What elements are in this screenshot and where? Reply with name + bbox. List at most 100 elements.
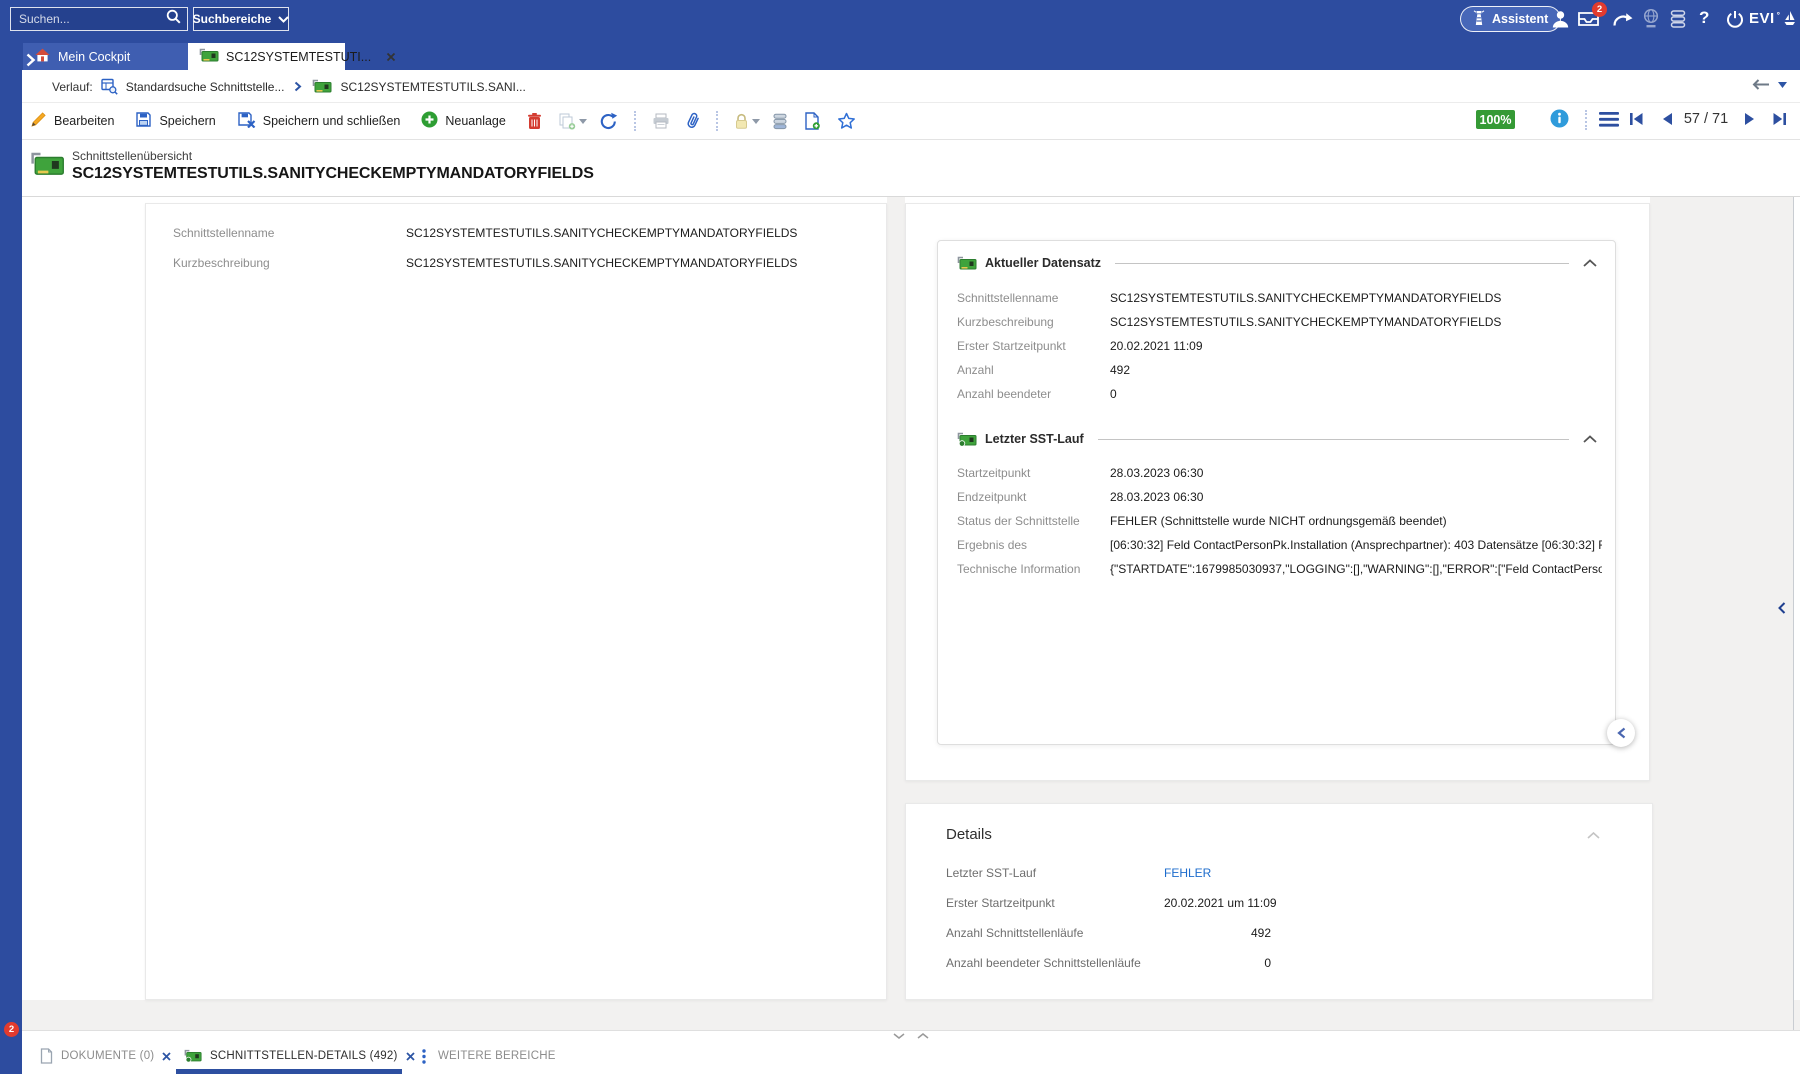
collapse-side-panel-button[interactable] bbox=[1607, 719, 1635, 747]
right-gutter bbox=[1650, 197, 1793, 1030]
network-card-icon bbox=[184, 1049, 202, 1063]
field-value: 28.03.2023 06:30 bbox=[1110, 466, 1602, 480]
tab-label: WEITERE BEREICHE bbox=[438, 1050, 556, 1062]
prev-page-icon[interactable] bbox=[1662, 112, 1673, 126]
bottom-notification-badge[interactable]: 2 bbox=[4, 1022, 19, 1037]
expand-strip-chevron-icon[interactable] bbox=[25, 52, 36, 68]
save-button[interactable]: Speichern bbox=[135, 111, 215, 131]
breadcrumb-item-search[interactable]: Standardsuche Schnittstelle... bbox=[126, 80, 285, 94]
help-icon[interactable]: ? bbox=[1699, 8, 1709, 28]
collapse-chevron-icon[interactable] bbox=[1587, 832, 1600, 839]
info-icon[interactable] bbox=[1550, 109, 1569, 128]
globe-icon[interactable] bbox=[1642, 8, 1660, 29]
close-icon[interactable] bbox=[386, 52, 396, 62]
search-scope-label: Suchbereiche bbox=[193, 12, 272, 26]
copy-button[interactable] bbox=[558, 113, 587, 130]
field-value: [06:30:32] Feld ContactPersonPk.Installa… bbox=[1110, 538, 1602, 552]
floppy-icon bbox=[135, 111, 152, 131]
breadcrumb-item-record[interactable]: SC12SYSTEMTESTUTILS.SANI... bbox=[340, 80, 525, 94]
brand-logo: EVI° bbox=[1749, 10, 1796, 30]
detail-value-link[interactable]: FEHLER bbox=[1164, 866, 1271, 880]
tab-record-active[interactable]: SC12SYSTEMTESTUTI... bbox=[188, 43, 345, 70]
menu-icon[interactable] bbox=[1599, 112, 1619, 127]
next-page-icon[interactable] bbox=[1744, 112, 1755, 126]
last-page-icon[interactable] bbox=[1772, 112, 1787, 126]
details-title: Details bbox=[946, 826, 992, 843]
first-page-icon[interactable] bbox=[1629, 112, 1644, 126]
search-scope-dropdown[interactable]: Suchbereiche bbox=[193, 7, 289, 31]
field-label: Ergebnis des bbox=[957, 538, 1027, 552]
user-icon[interactable] bbox=[1551, 10, 1570, 28]
section-title: Aktueller Datensatz bbox=[985, 256, 1101, 270]
breadcrumb-prefix: Verlauf: bbox=[52, 80, 93, 94]
new-record-button[interactable]: Neuanlage bbox=[421, 111, 505, 131]
bottom-tab-dokumente[interactable]: DOKUMENTE (0) bbox=[40, 1043, 171, 1069]
field-value[interactable]: SC12SYSTEMTESTUTILS.SANITYCHECKEMPTYMAND… bbox=[406, 226, 797, 240]
field-label: Endzeitpunkt bbox=[957, 490, 1026, 504]
card-gap bbox=[905, 781, 1650, 803]
splitter-expand-icon[interactable] bbox=[917, 1033, 929, 1039]
database-icon[interactable] bbox=[1670, 10, 1686, 28]
global-search[interactable] bbox=[10, 7, 188, 31]
breadcrumb: Verlauf: Standardsuche Schnittstelle... … bbox=[52, 70, 526, 103]
plus-circle-icon bbox=[421, 111, 438, 131]
lock-button[interactable] bbox=[734, 113, 760, 130]
zoom-badge[interactable]: 100% bbox=[1476, 110, 1515, 129]
page-subtitle: Schnittstellenübersicht bbox=[72, 149, 192, 163]
refresh-button[interactable] bbox=[599, 112, 618, 131]
field-label: Status der Schnittstelle bbox=[957, 514, 1080, 528]
copy-dropdown-icon[interactable] bbox=[579, 119, 587, 124]
right-dock-border bbox=[1793, 197, 1794, 1030]
tab-mein-cockpit[interactable]: Mein Cockpit bbox=[23, 43, 188, 70]
splitter-collapse-icon[interactable] bbox=[893, 1033, 905, 1039]
history-dropdown-icon[interactable] bbox=[1778, 82, 1787, 88]
document-add-button[interactable] bbox=[804, 112, 821, 130]
favorite-button[interactable] bbox=[837, 112, 856, 130]
network-card-run-icon bbox=[957, 432, 977, 447]
bottom-tab-schnittstellen-details[interactable]: SCHNITTSTELLEN-DETAILS (492) bbox=[184, 1043, 415, 1069]
collapse-chevron-icon[interactable] bbox=[1583, 259, 1597, 267]
collapse-chevron-icon[interactable] bbox=[1583, 435, 1597, 443]
field-label: Startzeitpunkt bbox=[957, 466, 1030, 480]
chevron-right-icon bbox=[294, 81, 302, 92]
field-value[interactable]: SC12SYSTEMTESTUTILS.SANITYCHECKEMPTYMAND… bbox=[406, 256, 797, 270]
splitter-divider bbox=[22, 1030, 1800, 1031]
field-label: Technische Information bbox=[957, 562, 1080, 576]
archive-button[interactable] bbox=[772, 113, 788, 130]
field-value: {"STARTDATE":1679985030937,"LOGGING":[],… bbox=[1110, 562, 1602, 576]
attachment-button[interactable] bbox=[686, 112, 700, 130]
field-value: SC12SYSTEMTESTUTILS.SANITYCHECKEMPTYMAND… bbox=[1110, 291, 1602, 305]
table-search-icon bbox=[101, 78, 118, 95]
notification-badge[interactable]: 2 bbox=[1592, 2, 1607, 17]
sailboat-icon bbox=[1783, 10, 1796, 30]
power-icon[interactable] bbox=[1726, 10, 1744, 28]
save-label: Speichern bbox=[159, 114, 215, 128]
panel-gutter bbox=[887, 197, 905, 1030]
search-icon[interactable] bbox=[166, 9, 181, 29]
bottom-tab-weitere-bereiche[interactable]: WEITERE BEREICHE bbox=[422, 1043, 556, 1069]
app-window: Suchbereiche Assistent 2 ? EVI° bbox=[0, 0, 1800, 1074]
toolbar-divider bbox=[634, 111, 636, 131]
delete-button[interactable] bbox=[527, 112, 542, 130]
history-back-icon[interactable] bbox=[1750, 78, 1770, 91]
search-input[interactable] bbox=[19, 12, 166, 26]
print-button[interactable] bbox=[652, 113, 670, 129]
close-icon[interactable] bbox=[162, 1052, 171, 1061]
field-value: SC12SYSTEMTESTUTILS.SANITYCHECKEMPTYMAND… bbox=[1110, 315, 1602, 329]
tab-label: Mein Cockpit bbox=[58, 50, 130, 64]
save-close-label: Speichern und schließen bbox=[263, 114, 401, 128]
record-side-panel: Aktueller Datensatz Schnittstellenname S… bbox=[905, 203, 1650, 781]
chevron-down-icon bbox=[278, 12, 289, 26]
field-value: 28.03.2023 06:30 bbox=[1110, 490, 1602, 504]
lock-dropdown-icon[interactable] bbox=[752, 119, 760, 124]
save-close-button[interactable]: Speichern und schließen bbox=[237, 111, 401, 131]
redo-icon[interactable] bbox=[1612, 11, 1633, 27]
field-value: 0 bbox=[1110, 387, 1602, 401]
assistant-button[interactable]: Assistent bbox=[1460, 6, 1561, 32]
close-icon[interactable] bbox=[406, 1052, 415, 1061]
brand-text: EVI bbox=[1749, 10, 1775, 27]
edit-button[interactable]: Bearbeiten bbox=[30, 111, 114, 131]
section-rule bbox=[1115, 263, 1569, 264]
toolbar-divider bbox=[716, 111, 718, 131]
right-dock-expand-icon[interactable] bbox=[1777, 601, 1787, 615]
